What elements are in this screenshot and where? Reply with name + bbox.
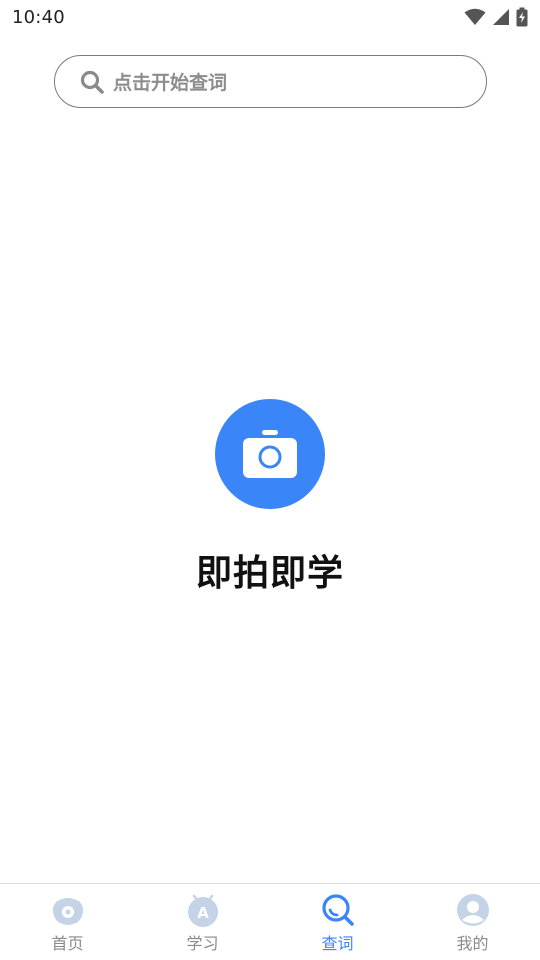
- home-icon: [52, 898, 83, 925]
- wifi-icon: [464, 8, 486, 25]
- nav-item-study[interactable]: A 学习: [135, 884, 270, 960]
- nav-item-home[interactable]: 首页: [0, 884, 135, 960]
- main-title: 即拍即学: [195, 553, 344, 594]
- search-icon: [80, 70, 104, 94]
- camera-icon: [243, 430, 297, 478]
- status-icons: [464, 7, 528, 27]
- nav-label-lookup: 查词: [321, 934, 354, 953]
- nav-item-profile[interactable]: 我的: [405, 884, 540, 960]
- nav-label-profile: 我的: [456, 934, 489, 953]
- signal-icon: [493, 9, 509, 25]
- nav-label-home: 首页: [51, 934, 84, 953]
- svg-text:A: A: [197, 904, 209, 922]
- battery-charging-icon: [516, 7, 528, 27]
- app-screen: 10:40 点击开始查词 即拍即学 首页 A 学习 查词 我的: [0, 0, 540, 960]
- status-bar: 10:40: [0, 0, 540, 34]
- search-input[interactable]: 点击开始查词: [54, 55, 487, 108]
- nav-label-study: 学习: [186, 934, 219, 953]
- study-icon: A: [187, 894, 218, 927]
- camera-button[interactable]: [215, 399, 325, 509]
- bottom-nav: 首页 A 学习 查词 我的: [0, 883, 540, 960]
- profile-icon: [456, 894, 489, 926]
- lookup-icon: [321, 894, 354, 926]
- nav-item-lookup[interactable]: 查词: [270, 884, 405, 960]
- status-time: 10:40: [12, 6, 65, 28]
- search-placeholder: 点击开始查词: [113, 72, 228, 94]
